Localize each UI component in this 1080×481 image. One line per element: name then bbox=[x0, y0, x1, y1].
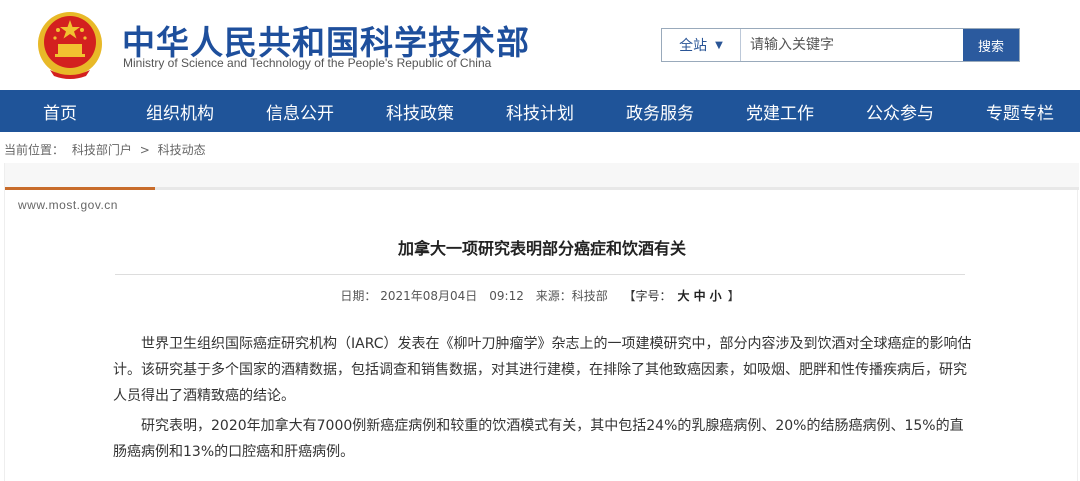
panel-top-band bbox=[5, 163, 1079, 187]
font-size-medium-button[interactable]: 中 bbox=[694, 289, 706, 303]
breadcrumb-link-portal[interactable]: 科技部门户 bbox=[72, 143, 132, 157]
breadcrumb-separator: > bbox=[139, 143, 150, 157]
nav-item-services[interactable]: 政务服务 bbox=[600, 90, 720, 132]
article-date: 日期： 2021年08月04日 09:12 bbox=[340, 289, 524, 303]
breadcrumb-link-news[interactable]: 科技动态 bbox=[158, 143, 206, 157]
font-size-end: 】 bbox=[727, 289, 740, 303]
panel-divider bbox=[5, 187, 1079, 190]
nav-item-party[interactable]: 党建工作 bbox=[720, 90, 840, 132]
national-emblem-icon[interactable] bbox=[36, 8, 104, 82]
font-size-control: 【字号： 大中小】 bbox=[620, 289, 744, 303]
font-size-small-button[interactable]: 小 bbox=[710, 289, 722, 303]
panel-accent-bar bbox=[5, 187, 155, 190]
search-scope-label: 全站 bbox=[679, 38, 708, 54]
main-nav: 首页 组织机构 信息公开 科技政策 科技计划 政务服务 党建工作 公众参与 专题… bbox=[0, 90, 1080, 132]
article-paragraph: 世界卫生组织国际癌症研究机构（IARC）发表在《柳叶刀肿瘤学》杂志上的一项建模研… bbox=[113, 336, 972, 404]
title-divider bbox=[115, 274, 965, 275]
nav-item-home[interactable]: 首页 bbox=[0, 90, 120, 132]
search-button[interactable]: 搜索 bbox=[963, 29, 1019, 61]
chevron-down-icon: ▼ bbox=[715, 39, 723, 51]
search-input[interactable] bbox=[742, 29, 964, 61]
font-size-large-button[interactable]: 大 bbox=[678, 289, 690, 303]
nav-item-policy[interactable]: 科技政策 bbox=[360, 90, 480, 132]
nav-item-info-disclosure[interactable]: 信息公开 bbox=[240, 90, 360, 132]
breadcrumb: 当前位置： 科技部门户 > 科技动态 bbox=[4, 141, 210, 158]
font-size-label: 【字号： bbox=[623, 289, 672, 303]
article-meta: 日期： 2021年08月04日 09:12 来源：科技部 【字号： 大中小】 bbox=[5, 287, 1079, 304]
site-subtitle: Ministry of Science and Technology of th… bbox=[123, 56, 492, 70]
article-source: 来源：科技部 bbox=[535, 289, 608, 303]
article-title: 加拿大一项研究表明部分癌症和饮酒有关 bbox=[397, 239, 686, 258]
article-body: 世界卫生组织国际癌症研究机构（IARC）发表在《柳叶刀肿瘤学》杂志上的一项建模研… bbox=[113, 331, 973, 469]
article-paragraph: 研究表明，2020年加拿大有7000例新癌症病例和较重的饮酒模式有关，其中包括2… bbox=[113, 418, 964, 460]
search-scope-select[interactable]: 全站 ▼ bbox=[662, 29, 741, 61]
nav-item-topics[interactable]: 专题专栏 bbox=[960, 90, 1080, 132]
nav-item-public[interactable]: 公众参与 bbox=[840, 90, 960, 132]
site-header: 中华人民共和国科学技术部 Ministry of Science and Tec… bbox=[0, 0, 1080, 90]
site-url: www.most.gov.cn bbox=[18, 198, 118, 212]
article-panel: www.most.gov.cn 加拿大一项研究表明部分癌症和饮酒有关 日期： 2… bbox=[4, 163, 1079, 481]
search-box: 全站 ▼ 搜索 bbox=[661, 28, 1020, 62]
breadcrumb-label: 当前位置： bbox=[4, 143, 65, 157]
nav-item-programs[interactable]: 科技计划 bbox=[480, 90, 600, 132]
nav-item-organization[interactable]: 组织机构 bbox=[120, 90, 240, 132]
